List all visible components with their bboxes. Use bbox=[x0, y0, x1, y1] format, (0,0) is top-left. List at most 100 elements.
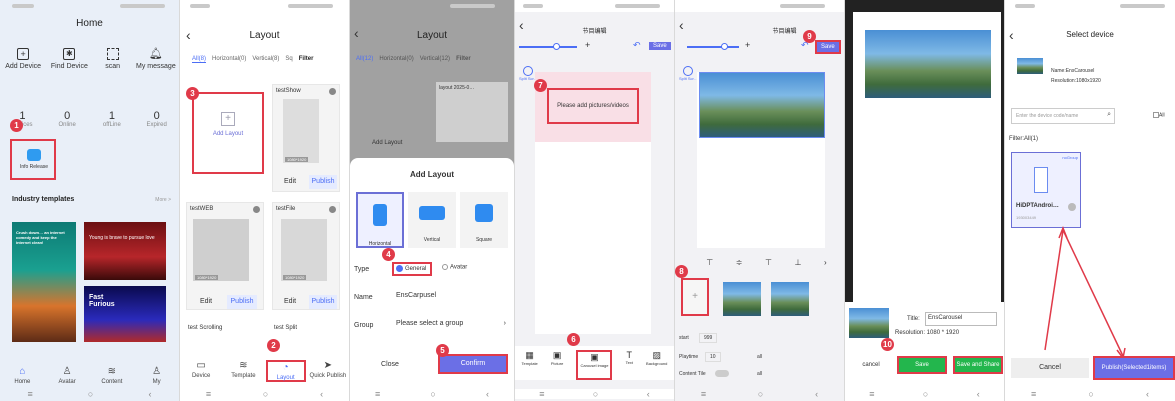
canvas[interactable] bbox=[697, 72, 825, 248]
orient-horizontal[interactable]: Horizontal bbox=[356, 192, 404, 248]
carousel-thumb-2[interactable] bbox=[771, 282, 809, 316]
cancel-button[interactable]: cancel bbox=[851, 362, 891, 368]
type-general-radio[interactable]: General bbox=[392, 262, 432, 276]
add-image-button[interactable]: + bbox=[681, 278, 709, 316]
orient-square[interactable]: Square bbox=[460, 192, 508, 248]
align-middle-icon[interactable]: ≑ bbox=[736, 258, 743, 267]
back-nav-icon[interactable]: ‹ bbox=[148, 389, 151, 399]
home-nav-icon[interactable]: ○ bbox=[430, 389, 435, 399]
menu-nav-icon[interactable]: ≡ bbox=[375, 389, 380, 399]
zoom-in-icon[interactable]: + bbox=[745, 40, 750, 50]
menu-nav-icon[interactable]: ≡ bbox=[701, 389, 706, 399]
tab-horizontal[interactable]: Horizontal(0) bbox=[212, 56, 246, 63]
tab-square[interactable]: Sq bbox=[285, 56, 292, 63]
group-select[interactable]: Please select a group › bbox=[396, 320, 506, 327]
content-title-toggle[interactable] bbox=[715, 370, 729, 377]
save-and-share-button[interactable]: Save and Share bbox=[953, 356, 1003, 374]
save-button[interactable]: Save bbox=[897, 356, 947, 374]
more-icon[interactable] bbox=[329, 88, 336, 95]
menu-nav-icon[interactable]: ≡ bbox=[28, 389, 33, 399]
undo-icon[interactable]: ↶ bbox=[633, 40, 641, 51]
add-layout-card[interactable]: + Add Layout bbox=[192, 92, 264, 174]
tool-picture[interactable]: ▣ Picture bbox=[551, 350, 563, 380]
back-icon[interactable]: ‹ bbox=[679, 18, 684, 32]
layout-card[interactable]: layout 2025-0… bbox=[436, 82, 508, 142]
back-nav-icon[interactable]: ‹ bbox=[486, 389, 489, 399]
back-nav-icon[interactable]: ‹ bbox=[977, 389, 980, 399]
layout-card-testshow[interactable]: testShow 1080*1920 Edit Publish bbox=[272, 84, 340, 192]
menu-nav-icon[interactable]: ≡ bbox=[1031, 389, 1036, 399]
canvas[interactable]: Please add pictures/videos bbox=[535, 72, 651, 334]
split-screen-button[interactable]: Split Scr… bbox=[679, 66, 698, 81]
add-device-button[interactable]: + Add Device bbox=[2, 48, 44, 70]
menu-nav-icon[interactable]: ≡ bbox=[539, 389, 544, 399]
tab-horizontal[interactable]: Horizontal(0) bbox=[379, 56, 413, 62]
align-bottom-icon[interactable]: ⊥ bbox=[795, 258, 802, 267]
media-zone[interactable]: Please add pictures/videos bbox=[535, 72, 651, 142]
back-nav-icon[interactable]: ‹ bbox=[1146, 389, 1149, 399]
save-button[interactable]: Save bbox=[649, 42, 671, 50]
more-icon[interactable] bbox=[253, 206, 260, 213]
name-input[interactable]: EnsCarpusel bbox=[396, 292, 436, 299]
layout-card-test-scrolling[interactable]: test Scrolling bbox=[188, 325, 222, 331]
home-nav-icon[interactable]: ○ bbox=[263, 389, 268, 399]
home-nav-icon[interactable]: ○ bbox=[923, 389, 928, 399]
edit-button[interactable]: Edit bbox=[193, 295, 219, 309]
tab-avatar[interactable]: ♙ Avatar bbox=[47, 366, 87, 385]
align-center-icon[interactable]: ⊤ bbox=[765, 258, 772, 267]
my-message-button[interactable]: 🔔︎ My message bbox=[135, 48, 177, 70]
publish-button[interactable]: Publish bbox=[309, 175, 337, 189]
back-nav-icon[interactable]: ‹ bbox=[815, 389, 818, 399]
more-link[interactable]: More > bbox=[155, 197, 171, 203]
layout-card-test-split[interactable]: test Split bbox=[274, 325, 297, 331]
home-nav-icon[interactable]: ○ bbox=[1088, 389, 1093, 399]
tab-content[interactable]: ≋ Content bbox=[92, 366, 132, 385]
chevron-right-icon[interactable]: › bbox=[824, 258, 827, 267]
template-card-2[interactable]: Young is brave to pursue love bbox=[84, 222, 166, 280]
playtime-all-checkbox[interactable]: all bbox=[757, 354, 762, 360]
back-icon[interactable]: ‹ bbox=[519, 18, 524, 32]
template-card-3[interactable]: Fast Furious bbox=[84, 286, 166, 342]
tool-carousel-image[interactable]: ▣ Carousel image bbox=[576, 350, 613, 380]
close-button[interactable]: Close bbox=[360, 356, 420, 374]
home-nav-icon[interactable]: ○ bbox=[758, 389, 763, 399]
title-input[interactable]: EnsCarousel bbox=[925, 312, 997, 326]
add-layout-card[interactable]: Add Layout bbox=[372, 140, 402, 146]
more-icon[interactable] bbox=[329, 206, 336, 213]
layout-card-testfile[interactable]: testFile 1080*1920 Edit Publish bbox=[272, 202, 340, 310]
publish-button[interactable]: Publish bbox=[309, 295, 337, 309]
publish-button[interactable]: Publish(Selected1items) bbox=[1093, 356, 1175, 380]
find-device-button[interactable]: ✱ Find Device bbox=[48, 48, 90, 70]
zoom-slider[interactable] bbox=[519, 43, 577, 50]
tab-my[interactable]: ♙ My bbox=[137, 366, 177, 385]
filter-button[interactable]: Filter bbox=[299, 56, 314, 63]
template-card-1[interactable]: Crush down… an internet comedy and keep … bbox=[12, 222, 76, 342]
tool-background[interactable]: ▨ Background bbox=[646, 350, 667, 380]
tab-home[interactable]: ⌂ Home bbox=[2, 366, 42, 385]
zoom-in-icon[interactable]: + bbox=[585, 40, 590, 50]
tab-vertical[interactable]: Vertical(12) bbox=[420, 56, 450, 62]
home-nav-icon[interactable]: ○ bbox=[593, 389, 598, 399]
edit-button[interactable]: Edit bbox=[277, 175, 303, 189]
edit-button[interactable]: Edit bbox=[277, 295, 303, 309]
tool-text[interactable]: T Text bbox=[626, 350, 633, 380]
tab-layout[interactable]: ◔ Layout bbox=[265, 360, 306, 382]
tab-quick-publish[interactable]: ➤ Quick Publish bbox=[308, 360, 348, 382]
carousel-thumb-1[interactable] bbox=[723, 282, 761, 316]
tab-device[interactable]: ▭ Device bbox=[181, 360, 221, 382]
publish-button[interactable]: Publish bbox=[227, 295, 257, 309]
filter-button[interactable]: Filter bbox=[456, 56, 471, 62]
type-avatar-radio[interactable]: Avatar bbox=[442, 264, 467, 271]
save-button[interactable]: Save bbox=[815, 40, 841, 54]
orient-vertical[interactable]: Vertical bbox=[408, 192, 456, 248]
tab-all[interactable]: All(12) bbox=[356, 56, 373, 62]
confirm-button[interactable]: Confirm bbox=[438, 354, 508, 374]
zoom-slider[interactable] bbox=[687, 43, 739, 50]
tab-all[interactable]: All(8) bbox=[192, 56, 207, 63]
back-nav-icon[interactable]: ‹ bbox=[320, 389, 323, 399]
cancel-button[interactable]: Cancel bbox=[1011, 358, 1089, 378]
back-icon[interactable]: ‹ bbox=[186, 28, 191, 42]
content-title-all-checkbox[interactable]: all bbox=[757, 371, 762, 377]
align-top-icon[interactable]: ⊤ bbox=[706, 258, 713, 267]
tool-template[interactable]: ▦ Template bbox=[522, 350, 538, 380]
